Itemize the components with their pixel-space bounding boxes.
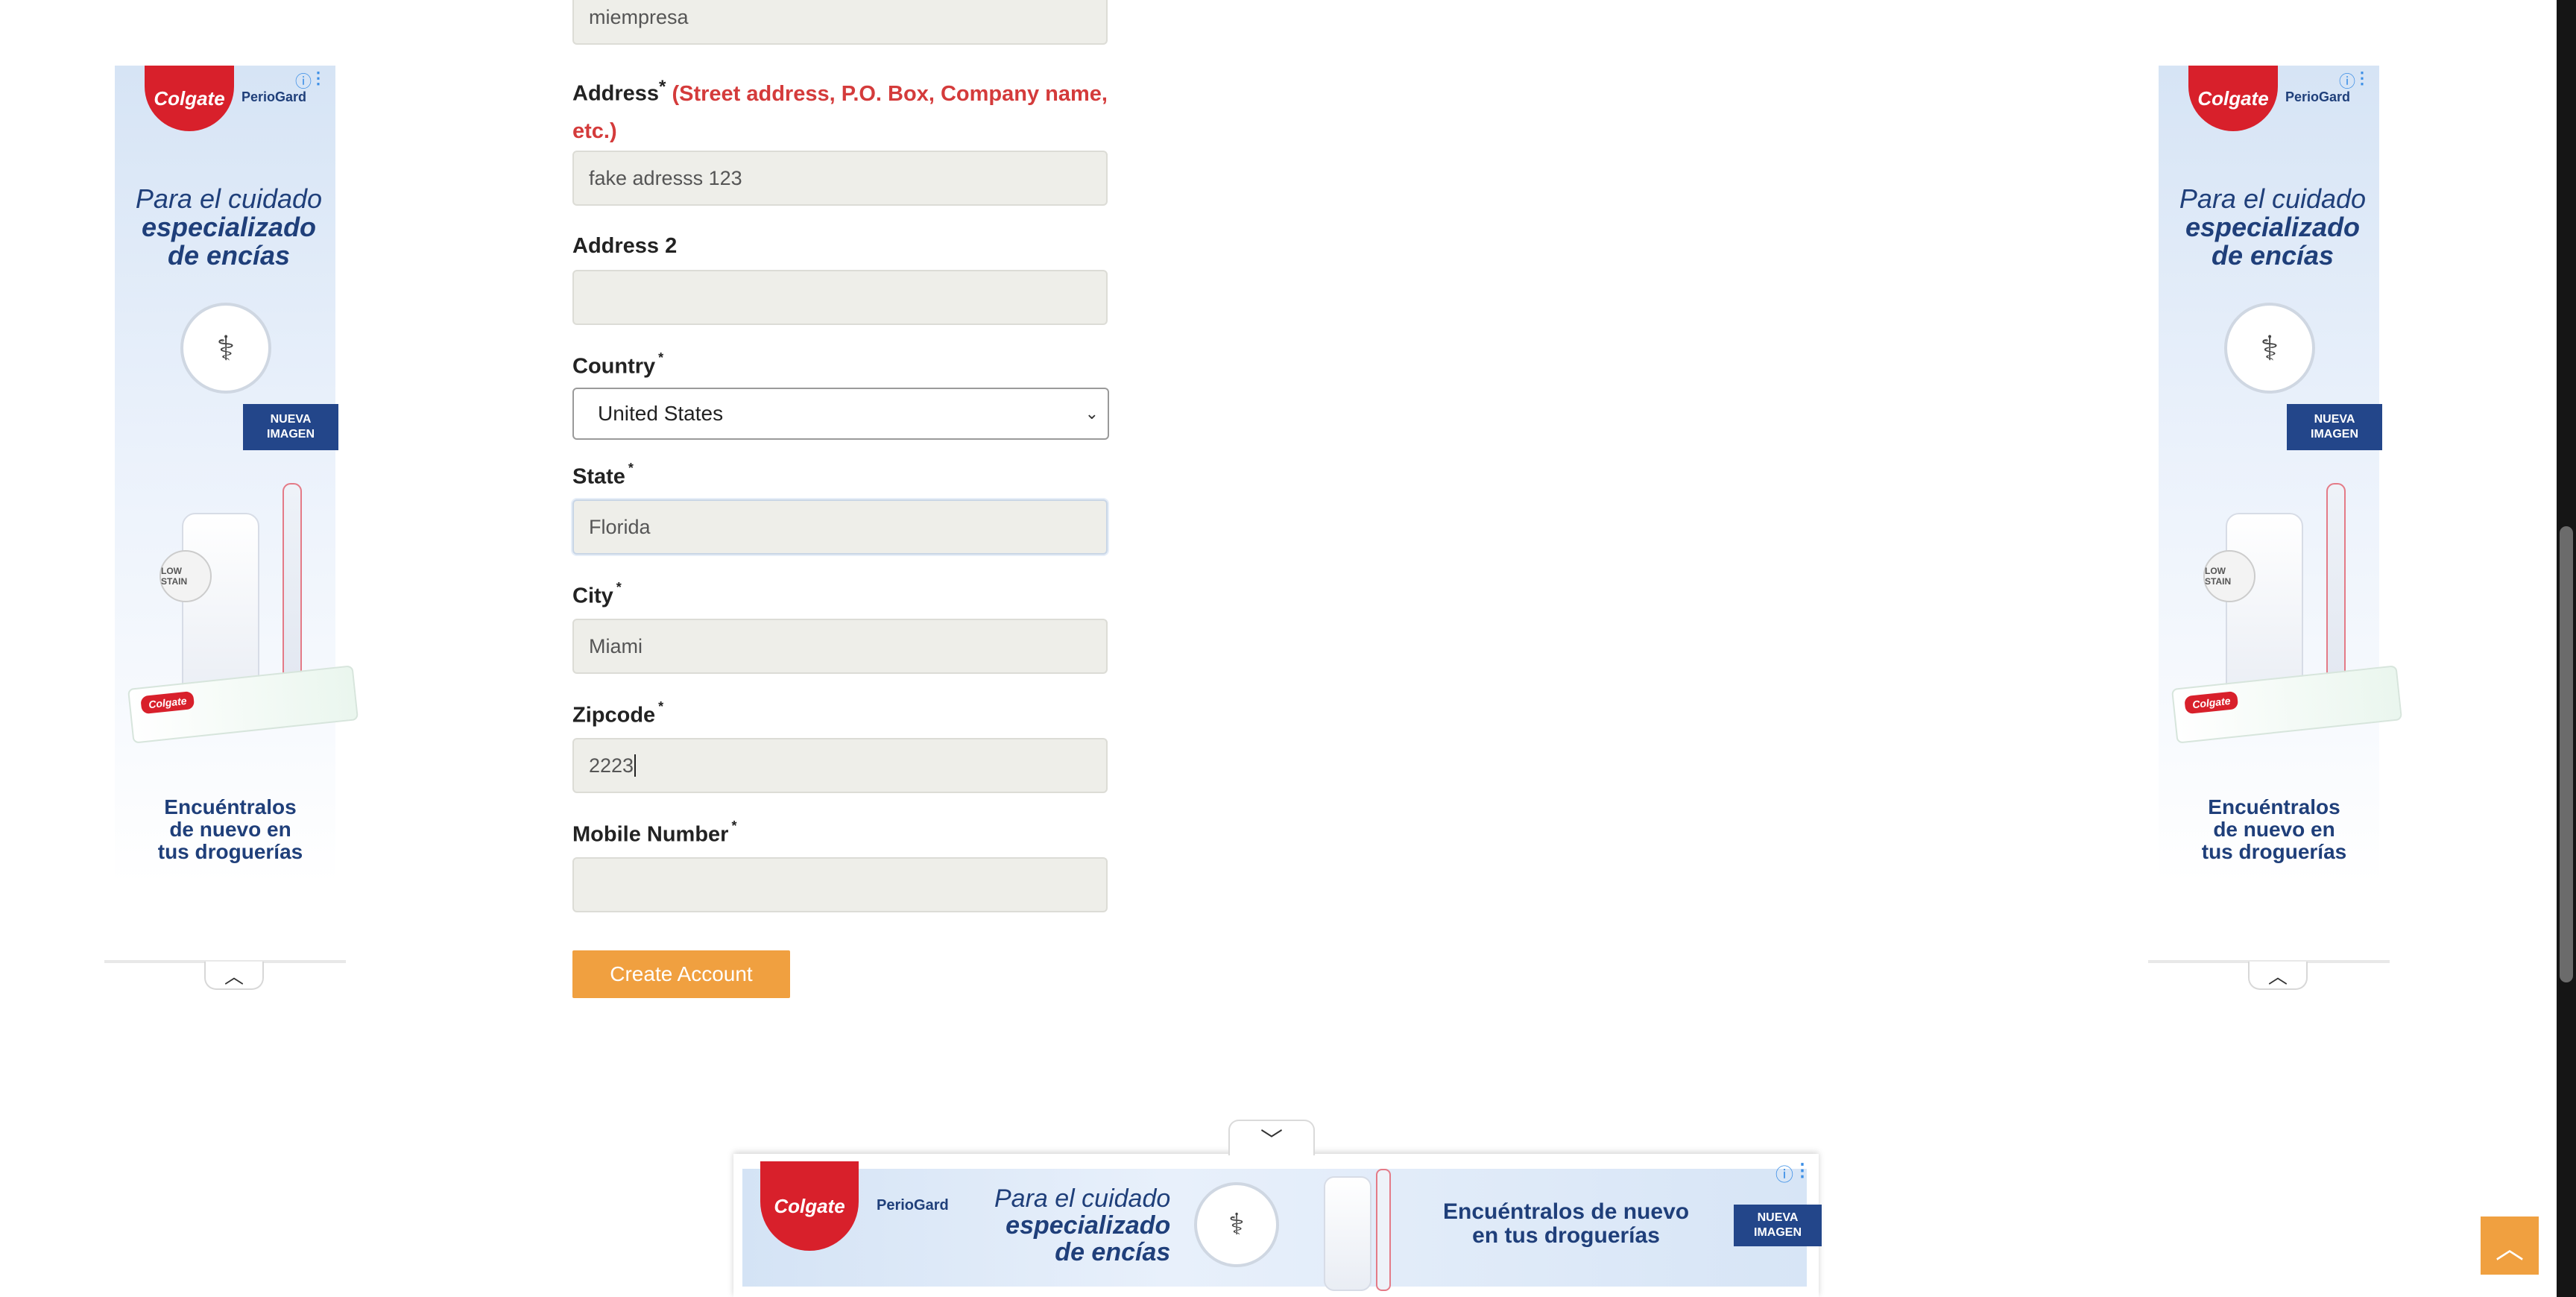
ad-headline: Para el cuidado especializado de encías — [2179, 183, 2367, 271]
toothpaste-tube: Colgate — [2171, 665, 2403, 744]
chevron-down-icon: ﹀ — [1260, 1129, 1283, 1153]
state-label: State * — [572, 461, 634, 489]
mobile-label: Mobile Number * — [572, 818, 737, 847]
product-image: LOW STAIN Colgate — [127, 483, 359, 811]
nueva-imagen-badge: NUEVA IMAGEN — [2287, 404, 2382, 450]
chevron-up-icon: ︿ — [2267, 965, 2288, 988]
ad-panel[interactable]: Colgate PerioGard ⓘ ⋮ Para el cuidado es… — [115, 66, 359, 884]
product-image: LOW STAIN Colgate — [2171, 483, 2403, 811]
collapse-anchor-ad-button[interactable]: ﹀ — [1228, 1120, 1315, 1155]
address-input[interactable]: fake adresss 123 — [572, 151, 1108, 206]
toothbrush — [2326, 483, 2346, 680]
periogard-brand: PerioGard — [877, 1197, 949, 1214]
info-icon[interactable]: ⓘ — [295, 69, 312, 92]
company-input[interactable]: miempresa — [572, 0, 1108, 45]
colgate-logo: Colgate — [2188, 66, 2278, 131]
ad-headline: Para el cuidado especializado de encías — [994, 1184, 1171, 1266]
info-icon[interactable]: ⓘ — [2339, 69, 2355, 92]
country-select[interactable]: United States ⌄ — [572, 388, 1109, 440]
zipcode-label: Zipcode * — [572, 699, 664, 728]
product-image — [1301, 1169, 1428, 1296]
chevron-up-icon: ︿ — [224, 965, 244, 988]
state-input[interactable]: Florida — [572, 499, 1108, 555]
collapse-ad-button[interactable]: ︿ — [204, 962, 264, 990]
mobile-input[interactable] — [572, 857, 1108, 912]
colgate-logo: Colgate — [145, 66, 234, 131]
scrollbar-thumb[interactable] — [2560, 526, 2573, 982]
ad-menu-icon[interactable]: ⋮ — [2354, 69, 2370, 88]
collapse-ad-button[interactable]: ︿ — [2248, 962, 2308, 990]
address-label: Address* (Street address, P.O. Box, Compa… — [572, 77, 1108, 143]
caduceus-seal-icon: ⚕ — [180, 303, 271, 394]
ad-menu-icon[interactable]: ⋮ — [1793, 1160, 1811, 1181]
ad-menu-icon[interactable]: ⋮ — [310, 69, 326, 88]
address2-input[interactable] — [572, 270, 1108, 325]
ad-tagline: Encuéntralos de nuevo en tus droguerías — [2201, 795, 2347, 863]
toothbrush — [282, 483, 302, 680]
colgate-logo: Colgate — [760, 1161, 859, 1251]
text-caret — [634, 754, 637, 777]
low-stain-tag: LOW STAIN — [2203, 550, 2255, 602]
city-input[interactable]: Miami — [572, 619, 1108, 674]
info-icon[interactable]: ⓘ — [1775, 1160, 1793, 1186]
page-scrollbar[interactable] — [2557, 0, 2576, 1297]
address2-label: Address 2 — [572, 234, 678, 258]
city-label: City * — [572, 580, 622, 608]
nueva-imagen-badge: NUEVA IMAGEN — [1734, 1205, 1822, 1246]
caduceus-seal-icon: ⚕ — [2224, 303, 2315, 394]
anchor-ad[interactable]: ﹀ Colgate PerioGard Para el cuidado espe… — [733, 1120, 1822, 1297]
ad-tagline: Encuéntralos de nuevo en tus droguerías — [1443, 1199, 1690, 1248]
ad-tagline: Encuéntralos de nuevo en tus droguerías — [157, 795, 303, 863]
toothpaste-tube: Colgate — [127, 665, 359, 744]
nueva-imagen-badge: NUEVA IMAGEN — [243, 404, 338, 450]
anchor-ad-banner[interactable]: Colgate PerioGard Para el cuidado especi… — [742, 1161, 1822, 1291]
country-label: Country * — [572, 350, 664, 379]
right-side-ad[interactable]: Colgate PerioGard ⓘ ⋮ Para el cuidado es… — [2148, 66, 2403, 990]
mouthwash-bottle — [1324, 1176, 1371, 1291]
create-account-button[interactable]: Create Account — [572, 950, 790, 998]
company-value: miempresa — [589, 5, 689, 28]
chevron-up-icon: ︿ — [2495, 1233, 2524, 1265]
zipcode-input[interactable]: 2223 — [572, 738, 1108, 793]
caduceus-seal-icon: ⚕ — [1194, 1182, 1279, 1267]
ad-headline: Para el cuidado especializado de encías — [135, 183, 323, 271]
toothbrush — [1376, 1169, 1391, 1291]
chevron-down-icon: ⌄ — [1085, 404, 1099, 423]
ad-panel[interactable]: Colgate PerioGard ⓘ ⋮ Para el cuidado es… — [2159, 66, 2403, 884]
left-side-ad[interactable]: Colgate PerioGard ⓘ ⋮ Para el cuidado es… — [104, 66, 359, 990]
scroll-to-top-button[interactable]: ︿ — [2481, 1216, 2539, 1275]
low-stain-tag: LOW STAIN — [160, 550, 212, 602]
